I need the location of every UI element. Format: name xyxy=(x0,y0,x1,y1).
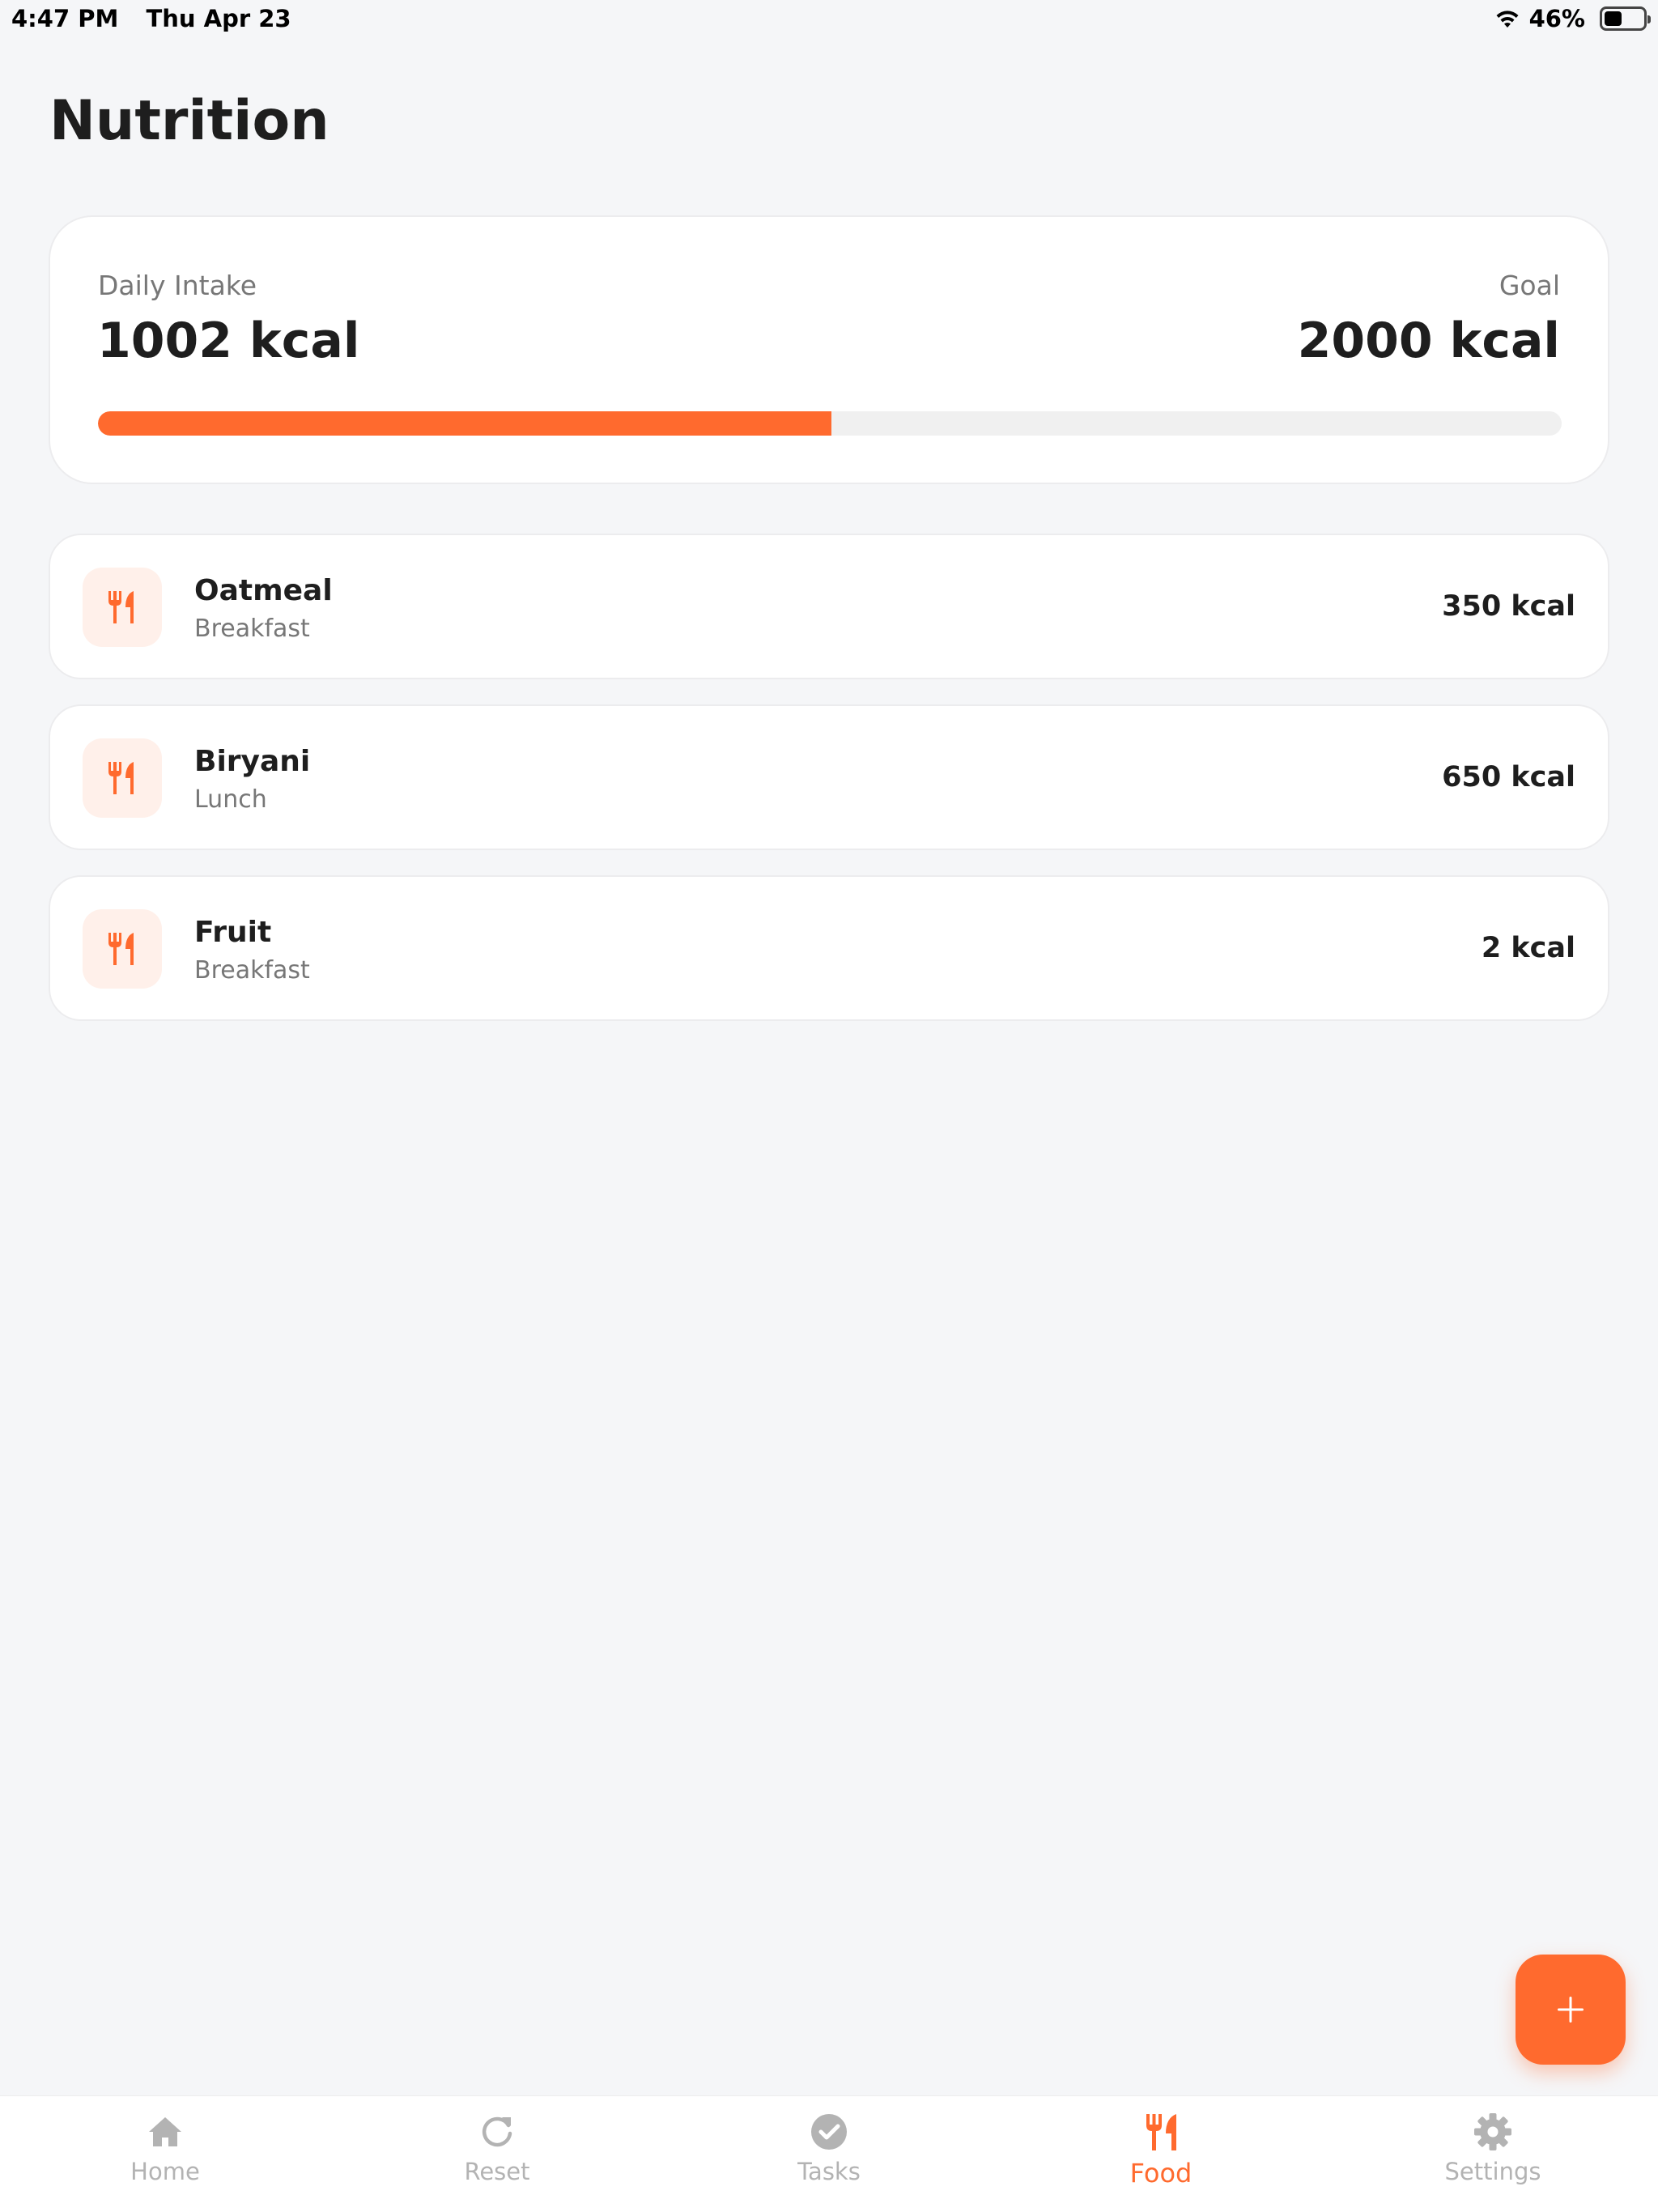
tab-tasks[interactable]: Tasks xyxy=(708,2111,950,2208)
bottom-tab-bar: Home Reset Tasks Food Settings xyxy=(0,2095,1658,2212)
battery-icon xyxy=(1600,6,1651,31)
refresh-icon xyxy=(482,2116,512,2147)
intake-progress-track xyxy=(98,411,1562,436)
utensils-icon xyxy=(108,933,134,965)
plus-icon xyxy=(1558,1997,1584,2023)
status-bar: 4:47 PM Thu Apr 23 46% xyxy=(0,0,1658,40)
check-circle-icon xyxy=(811,2114,847,2150)
tab-reset[interactable]: Reset xyxy=(376,2111,619,2208)
daily-intake-value: 1002 kcal xyxy=(97,313,360,369)
tab-home[interactable]: Home xyxy=(44,2111,287,2208)
food-icon-box xyxy=(83,738,162,818)
add-food-button[interactable] xyxy=(1516,1955,1626,2065)
food-list-item[interactable]: Fruit Breakfast 2 kcal xyxy=(49,875,1609,1021)
wifi-icon xyxy=(1496,11,1519,28)
battery-percent: 46% xyxy=(1528,5,1585,32)
utensils-icon xyxy=(108,591,134,623)
status-left: 4:47 PM Thu Apr 23 xyxy=(11,5,311,32)
tab-label: Settings xyxy=(1444,2158,1541,2185)
food-icon-box xyxy=(83,568,162,647)
food-meal: Breakfast xyxy=(194,615,310,643)
food-name: Oatmeal xyxy=(194,574,333,607)
daily-intake-card: Daily Intake Goal 1002 kcal 2000 kcal xyxy=(49,215,1609,484)
utensils-icon xyxy=(108,762,134,794)
food-list-item[interactable]: Oatmeal Breakfast 350 kcal xyxy=(49,534,1609,679)
food-kcal: 650 kcal xyxy=(1442,761,1575,793)
page-title: Nutrition xyxy=(49,89,329,153)
food-kcal: 350 kcal xyxy=(1442,590,1575,623)
tab-label: Food xyxy=(1129,2158,1192,2189)
status-right: 46% xyxy=(1494,5,1651,32)
tab-label: Reset xyxy=(464,2158,530,2185)
tab-label: Tasks xyxy=(797,2158,861,2185)
food-list-item[interactable]: Biryani Lunch 650 kcal xyxy=(49,704,1609,850)
goal-label: Goal xyxy=(1499,270,1560,301)
goal-value: 2000 kcal xyxy=(1297,313,1560,369)
utensils-icon xyxy=(1146,2114,1176,2150)
battery-fill xyxy=(1605,11,1622,26)
food-name: Fruit xyxy=(194,916,272,949)
gear-icon xyxy=(1474,2113,1511,2150)
food-kcal: 2 kcal xyxy=(1481,932,1575,964)
food-name: Biryani xyxy=(194,745,311,778)
food-meal: Lunch xyxy=(194,785,267,814)
home-icon xyxy=(149,2117,181,2146)
daily-intake-label: Daily Intake xyxy=(98,270,257,301)
nutrition-screen: 4:47 PM Thu Apr 23 46% Nutrition Daily I… xyxy=(0,0,1658,2212)
tab-label: Home xyxy=(130,2158,200,2185)
status-date: Thu Apr 23 xyxy=(146,5,291,32)
intake-progress-fill xyxy=(98,411,831,436)
status-time: 4:47 PM xyxy=(11,5,119,32)
food-meal: Breakfast xyxy=(194,956,310,985)
tab-settings[interactable]: Settings xyxy=(1371,2111,1614,2208)
tab-food[interactable]: Food xyxy=(1039,2111,1282,2208)
food-icon-box xyxy=(83,909,162,989)
